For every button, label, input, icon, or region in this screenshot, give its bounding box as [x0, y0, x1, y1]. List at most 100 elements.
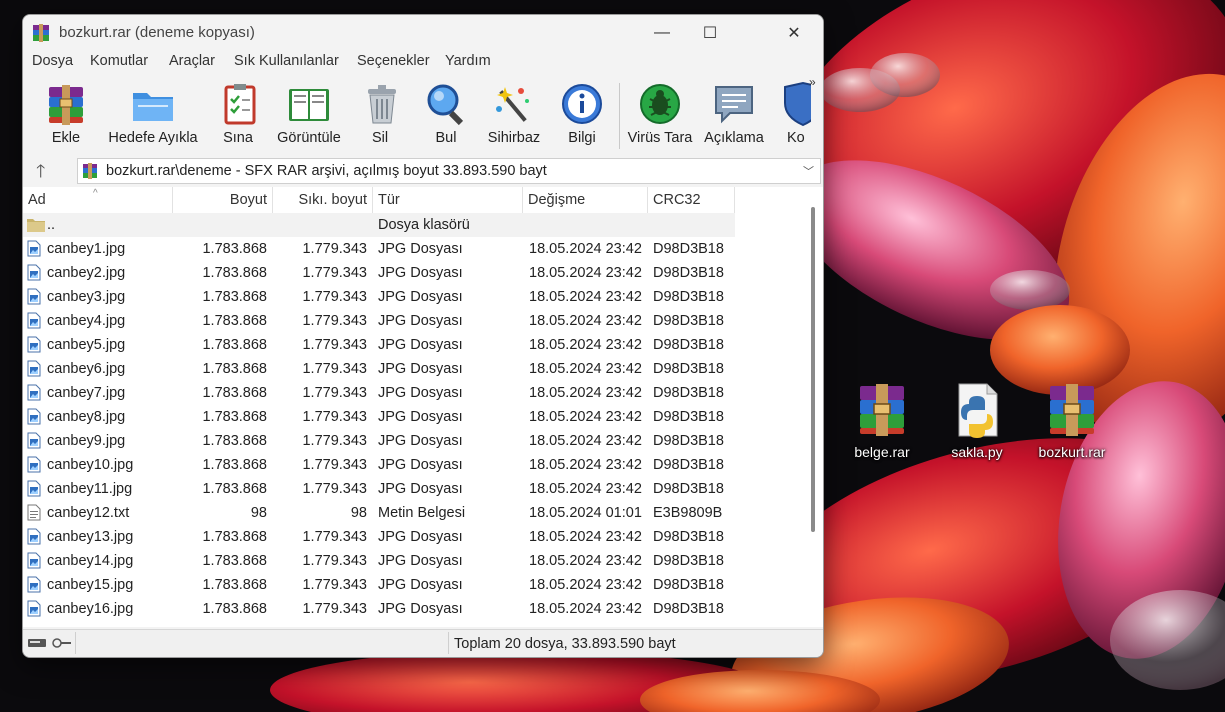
cell-name: canbey1.jpg — [27, 237, 173, 261]
cell-packed-size: 1.779.343 — [302, 265, 367, 281]
cell-type: JPG Dosyası — [378, 481, 463, 497]
toolbar-virus-scan-button[interactable]: Virüs Tara — [627, 79, 693, 153]
column-header-modified[interactable]: Değişme — [523, 187, 648, 213]
chevron-down-icon[interactable]: ﹀ — [803, 163, 814, 179]
status-bar: Toplam 20 dosya, 33.893.590 bayt — [23, 629, 823, 657]
image-file-icon — [27, 456, 41, 473]
table-row[interactable]: .. Dosya klasörü — [23, 213, 735, 237]
up-arrow-icon[interactable]: 🡑 — [36, 159, 45, 189]
cell-modified: 18.05.2024 23:42 — [529, 289, 642, 305]
trash-icon — [359, 81, 405, 127]
image-file-icon — [27, 288, 41, 305]
table-row[interactable]: canbey13.jpg 1.783.868 1.779.343 JPG Dosyas… — [23, 525, 803, 549]
table-row[interactable]: canbey10.jpg 1.783.868 1.779.343 JPG Dosyas… — [23, 453, 803, 477]
table-row[interactable]: canbey11.jpg 1.783.868 1.779.343 JPG Dosyas… — [23, 477, 803, 501]
column-header-size[interactable]: Boyut — [173, 187, 273, 213]
cell-name: .. — [27, 213, 173, 237]
cell-packed-size: 1.779.343 — [302, 361, 367, 377]
cell-crc: D98D3B18 — [653, 265, 724, 281]
image-file-icon — [27, 408, 41, 425]
table-row[interactable]: canbey8.jpg 1.783.868 1.779.343 JPG Dosyası… — [23, 405, 803, 429]
file-name: canbey4.jpg — [47, 313, 126, 329]
cell-modified: 18.05.2024 23:42 — [529, 337, 642, 353]
table-row[interactable]: canbey7.jpg 1.783.868 1.779.343 JPG Dosyası… — [23, 381, 803, 405]
table-row[interactable]: canbey15.jpg 1.783.868 1.779.343 JPG Dosyas… — [23, 573, 803, 597]
cell-type: JPG Dosyası — [378, 289, 463, 305]
minimize-button[interactable]: — — [639, 15, 685, 51]
drive-key-icon[interactable] — [27, 636, 73, 650]
toolbar-protect-button[interactable]: Ko — [781, 79, 811, 153]
column-header-crc[interactable]: CRC32 — [648, 187, 735, 213]
image-file-icon — [27, 336, 41, 353]
scrollbar-thumb[interactable] — [811, 207, 815, 532]
comment-icon — [711, 81, 757, 127]
table-row[interactable]: canbey5.jpg 1.783.868 1.779.343 JPG Dosyası… — [23, 333, 803, 357]
file-name: canbey16.jpg — [47, 601, 134, 617]
toolbar-extract-to-button[interactable]: Hedefe Ayıkla — [103, 79, 203, 153]
file-name: canbey1.jpg — [47, 241, 126, 257]
file-name: canbey9.jpg — [47, 433, 126, 449]
toolbar-find-button[interactable]: Bul — [423, 79, 469, 153]
cell-size: 1.783.868 — [202, 529, 267, 545]
toolbar-wizard-button[interactable]: Sihirbaz — [485, 79, 543, 153]
toolbar-info-button[interactable]: Bilgi — [559, 79, 605, 153]
menu-komutlar[interactable]: Komutlar — [90, 53, 148, 69]
toolbar-test-button[interactable]: Sına — [217, 79, 259, 153]
cell-packed-size: 1.779.343 — [302, 529, 367, 545]
table-row[interactable]: canbey9.jpg 1.783.868 1.779.343 JPG Dosyası… — [23, 429, 803, 453]
vertical-scrollbar[interactable] — [804, 187, 823, 627]
title-bar[interactable]: bozkurt.rar (deneme kopyası) — ☐ ✕ — [23, 15, 823, 51]
address-bar[interactable]: bozkurt.rar\deneme - SFX RAR arşivi, açı… — [77, 158, 821, 184]
cell-size: 1.783.868 — [202, 577, 267, 593]
cell-type: Dosya klasörü — [378, 217, 470, 233]
table-row[interactable]: canbey1.jpg 1.783.868 1.779.343 JPG Dosyası… — [23, 237, 803, 261]
table-row[interactable]: canbey14.jpg 1.783.868 1.779.343 JPG Dosyas… — [23, 549, 803, 573]
desktop-icon-sakla-py[interactable]: sakla.py — [937, 380, 1017, 460]
close-button[interactable]: ✕ — [771, 15, 817, 51]
table-row[interactable]: canbey6.jpg 1.783.868 1.779.343 JPG Dosyası… — [23, 357, 803, 381]
column-header-name[interactable]: Ad ^ — [23, 187, 173, 213]
menu-dosya[interactable]: Dosya — [32, 53, 73, 69]
file-name: canbey12.txt — [47, 505, 130, 521]
status-summary: Toplam 20 dosya, 33.893.590 bayt — [454, 636, 676, 652]
table-row[interactable]: canbey16.jpg 1.783.868 1.779.343 JPG Dosyas… — [23, 597, 803, 621]
file-name: canbey14.jpg — [47, 553, 134, 569]
address-path: bozkurt.rar\deneme - SFX RAR arşivi, açı… — [106, 163, 547, 179]
cell-packed-size: 1.779.343 — [302, 241, 367, 257]
file-name: canbey10.jpg — [47, 457, 134, 473]
table-row[interactable]: canbey4.jpg 1.783.868 1.779.343 JPG Dosyası… — [23, 309, 803, 333]
desktop-icon-bozkurt-rar[interactable]: bozkurt.rar — [1032, 380, 1112, 460]
cell-name: canbey4.jpg — [27, 309, 173, 333]
cell-modified: 18.05.2024 23:42 — [529, 553, 642, 569]
toolbar-label: Görüntüle — [277, 130, 341, 146]
cell-type: JPG Dosyası — [378, 241, 463, 257]
maximize-button[interactable]: ☐ — [687, 15, 733, 51]
toolbar-comment-button[interactable]: Açıklama — [701, 79, 767, 153]
column-header-packed[interactable]: Sıkı. boyut — [273, 187, 373, 213]
toolbar-add-button[interactable]: Ekle — [43, 79, 89, 153]
magnifier-icon — [423, 81, 469, 127]
status-divider — [448, 632, 449, 654]
toolbar-delete-button[interactable]: Sil — [359, 79, 401, 153]
desktop-icon-belge-rar[interactable]: belge.rar — [842, 380, 922, 460]
cell-name: canbey13.jpg — [27, 525, 173, 549]
menu-araclar[interactable]: Araçlar — [169, 53, 215, 69]
cell-modified: 18.05.2024 23:42 — [529, 481, 642, 497]
cell-size: 1.783.868 — [202, 289, 267, 305]
column-header-type[interactable]: Tür — [373, 187, 523, 213]
cell-modified: 18.05.2024 23:42 — [529, 601, 642, 617]
cell-crc: D98D3B18 — [653, 241, 724, 257]
cell-crc: D98D3B18 — [653, 361, 724, 377]
toolbar-overflow-chevron[interactable]: » — [809, 75, 816, 89]
cell-name: canbey16.jpg — [27, 597, 173, 621]
file-name: .. — [47, 217, 56, 233]
menu-secenekler[interactable]: Seçenekler — [357, 53, 430, 69]
toolbar-view-button[interactable]: Görüntüle — [275, 79, 343, 153]
menu-sik-kullanilanlar[interactable]: Sık Kullanılanlar — [234, 53, 339, 69]
table-row[interactable]: canbey3.jpg 1.783.868 1.779.343 JPG Dosyası… — [23, 285, 803, 309]
table-row[interactable]: canbey2.jpg 1.783.868 1.779.343 JPG Dosyası… — [23, 261, 803, 285]
menu-yardim[interactable]: Yardım — [445, 53, 491, 69]
image-file-icon — [27, 264, 41, 281]
image-file-icon — [27, 240, 41, 257]
table-row[interactable]: canbey12.txt 98 98 Metin Belgesi 18.05.2024 … — [23, 501, 803, 525]
